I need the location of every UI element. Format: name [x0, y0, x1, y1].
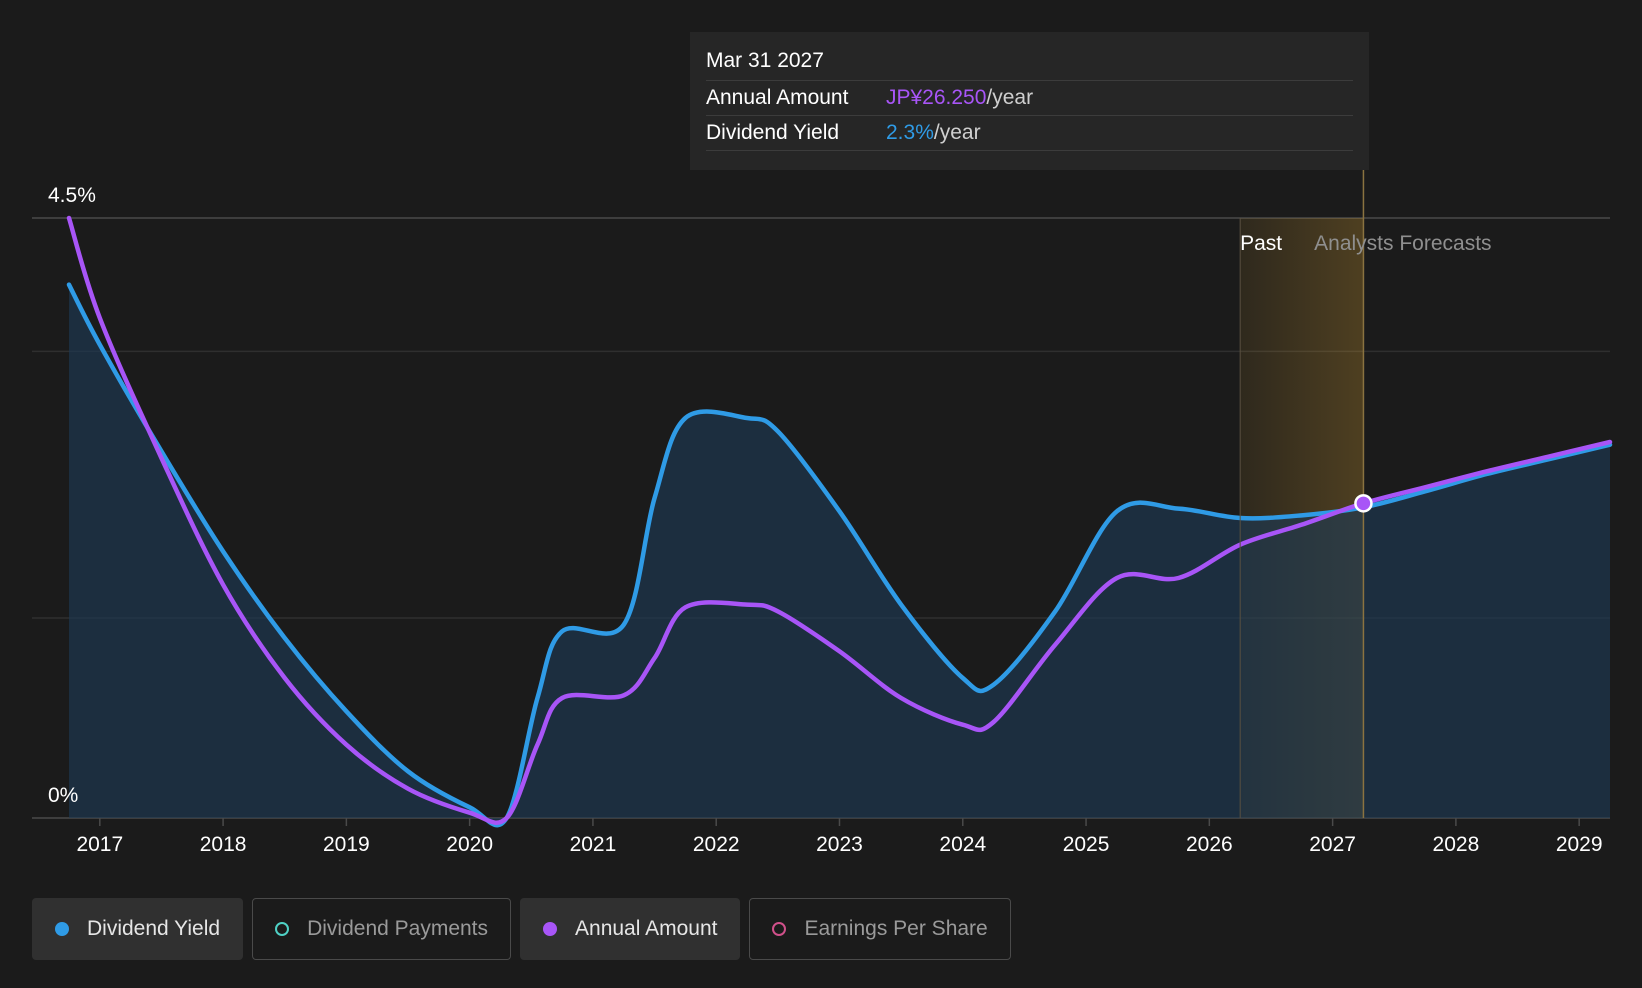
x-tick-label: 2018	[200, 833, 247, 856]
x-tick-label: 2026	[1186, 833, 1233, 856]
legend: Dividend Yield Dividend Payments Annual …	[32, 898, 1011, 960]
legend-label: Dividend Yield	[87, 917, 221, 940]
forecast-label: Analysts Forecasts	[1314, 232, 1491, 255]
tooltip-value: 2.3%	[886, 121, 934, 144]
series-area-dividend-yield	[68, 284, 1610, 826]
x-axis: 2017 2018 2019 2020 2021 2022 2023 2024 2025 2026…	[76, 818, 1603, 856]
x-tick-label: 2024	[939, 833, 986, 856]
tooltip-unit: /year	[933, 121, 981, 144]
tooltip-label: Dividend Yield	[706, 121, 840, 144]
legend-dividend-yield[interactable]: Dividend Yield	[32, 898, 244, 960]
y-tick-label: 4.5%	[48, 184, 96, 207]
legend-dividend-payments[interactable]: Dividend Payments	[252, 898, 512, 960]
y-tick-label: 0%	[48, 784, 78, 807]
legend-dot-icon	[543, 922, 558, 936]
tooltip-row-dividend-yield: Dividend Yield 2.3% /year	[706, 116, 1353, 151]
tooltip-label: Annual Amount	[706, 86, 849, 109]
x-tick-label: 2027	[1309, 833, 1356, 856]
hover-marker[interactable]	[1354, 494, 1373, 513]
legend-dot-icon	[275, 922, 290, 936]
x-tick-label: 2017	[76, 833, 123, 856]
x-tick-label: 2029	[1556, 833, 1603, 856]
x-tick-label: 2028	[1433, 833, 1480, 856]
x-tick-label: 2021	[570, 833, 617, 856]
legend-dot-icon	[55, 922, 69, 936]
legend-label: Annual Amount	[575, 917, 718, 940]
x-tick-label: 2022	[693, 833, 740, 856]
tooltip-value: JP¥26.250	[886, 86, 987, 109]
past-label: Past	[1240, 232, 1282, 255]
legend-earnings-per-share[interactable]: Earnings Per Share	[749, 898, 1011, 960]
legend-label: Dividend Payments	[307, 917, 489, 940]
tooltip: Mar 31 2027 Annual Amount JP¥26.250 /yea…	[690, 32, 1369, 170]
tooltip-date: Mar 31 2027	[706, 46, 1353, 81]
x-tick-label: 2023	[816, 833, 863, 856]
tooltip-row-annual-amount: Annual Amount JP¥26.250 /year	[706, 81, 1353, 116]
legend-annual-amount[interactable]: Annual Amount	[520, 898, 741, 960]
area-layer	[68, 284, 1610, 826]
tooltip-unit: /year	[986, 86, 1034, 109]
legend-dot-icon	[772, 922, 787, 936]
x-tick-label: 2019	[323, 833, 370, 856]
legend-label: Earnings Per Share	[804, 917, 988, 940]
x-tick-label: 2020	[446, 833, 493, 856]
x-tick-label: 2025	[1063, 833, 1110, 856]
